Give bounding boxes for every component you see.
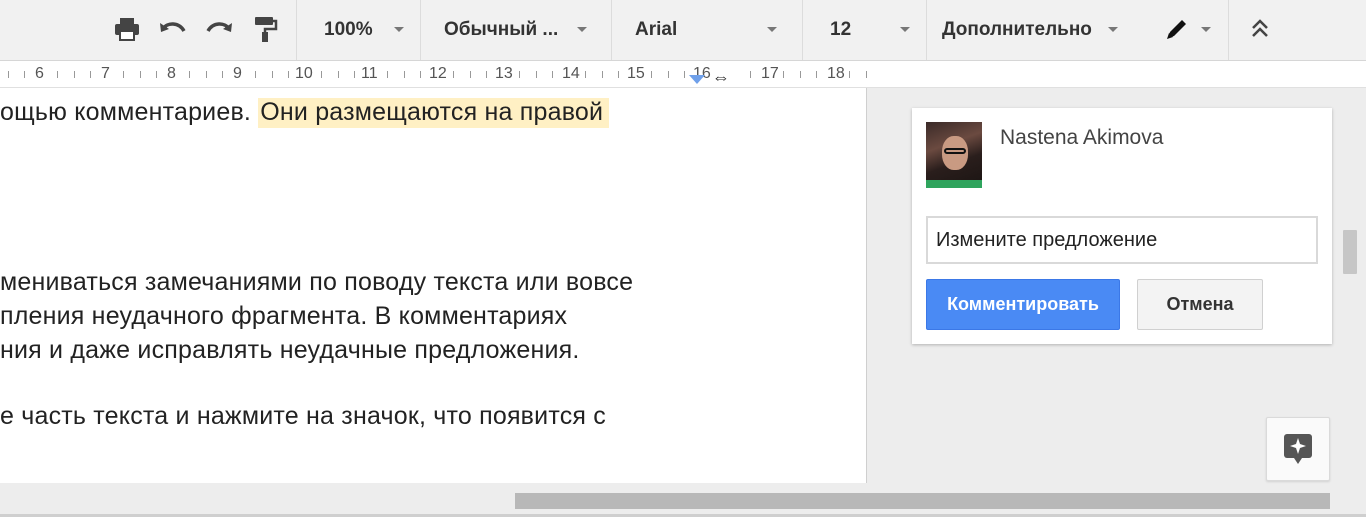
comment-submit-button[interactable]: Комментировать [926, 279, 1120, 330]
more-label: Дополнительно [942, 19, 1092, 40]
horizontal-scrollbar-thumb[interactable] [515, 493, 1330, 509]
ruler-number: 12 [429, 65, 447, 82]
chevron-double-up-icon[interactable] [1245, 14, 1275, 44]
ruler-number: 10 [295, 65, 313, 82]
ruler-number: 6 [35, 65, 44, 82]
right-indent-marker[interactable] [689, 75, 705, 84]
explore-icon [1284, 434, 1312, 464]
ruler-number: 17 [761, 65, 779, 82]
font-size-value: 12 [830, 19, 852, 40]
font-size-dropdown[interactable]: 12 [830, 0, 851, 60]
paint-format-icon[interactable] [250, 14, 280, 44]
font-caret-icon [767, 27, 777, 32]
ruler-number: 8 [167, 65, 176, 82]
comment-input[interactable]: Измените предложение [926, 216, 1318, 264]
ruler[interactable]: 6 7 8 9 10 11 12 13 14 15 16 17 18 ⇔ [0, 61, 1366, 88]
ruler-number: 9 [233, 65, 242, 82]
more-caret-icon [1108, 27, 1118, 32]
avatar [926, 122, 982, 188]
ruler-number: 14 [562, 65, 580, 82]
style-value: Обычный ... [444, 19, 559, 40]
ruler-number: 7 [101, 65, 110, 82]
more-dropdown[interactable]: Дополнительно [942, 0, 1092, 60]
ruler-number: 18 [827, 65, 845, 82]
ruler-number: 11 [361, 65, 378, 82]
font-value: Arial [635, 19, 678, 40]
undo-icon[interactable] [158, 14, 188, 44]
document-text: ощью комментариев. [0, 98, 259, 126]
pencil-icon[interactable] [1162, 14, 1192, 44]
document-line: пления неудачного фрагмента. В комментар… [0, 302, 568, 330]
comment-cancel-button[interactable]: Отмена [1137, 279, 1263, 330]
commented-highlight[interactable]: Они размещаются на правой [258, 98, 610, 128]
print-icon[interactable] [112, 14, 142, 44]
font-dropdown[interactable]: Arial [635, 0, 677, 60]
edit-mode-caret-icon [1201, 27, 1211, 32]
zoom-dropdown[interactable]: 100% [324, 0, 373, 60]
style-caret-icon [577, 27, 587, 32]
comment-author: Nastena Akimova [1000, 126, 1164, 149]
toolbar: 100% Обычный ... Arial 12 Дополнительно [0, 0, 1366, 61]
font-size-caret-icon [900, 27, 910, 32]
document-line: е часть текста и нажмите на значок, что … [0, 402, 606, 430]
ruler-number: 13 [495, 65, 513, 82]
zoom-value: 100% [324, 19, 373, 40]
document-line: ощью комментариев. Они размещаются на пр… [0, 98, 610, 128]
resize-cursor-icon: ⇔ [712, 67, 730, 87]
document-page[interactable]: ощью комментариев. Они размещаются на пр… [0, 88, 867, 483]
presence-indicator [926, 180, 982, 188]
document-line: мениваться замечаниями по поводу текста … [0, 268, 634, 296]
ruler-number: 15 [627, 65, 645, 82]
document-line: ния и даже исправлять неудачные предложе… [0, 336, 580, 364]
explore-button[interactable] [1266, 417, 1330, 481]
redo-icon[interactable] [204, 14, 234, 44]
comment-card: Nastena Akimova Измените предложение Ком… [912, 108, 1332, 344]
style-dropdown[interactable]: Обычный ... [444, 0, 558, 60]
zoom-caret-icon [394, 27, 404, 32]
vertical-scrollbar-thumb[interactable] [1343, 230, 1357, 274]
